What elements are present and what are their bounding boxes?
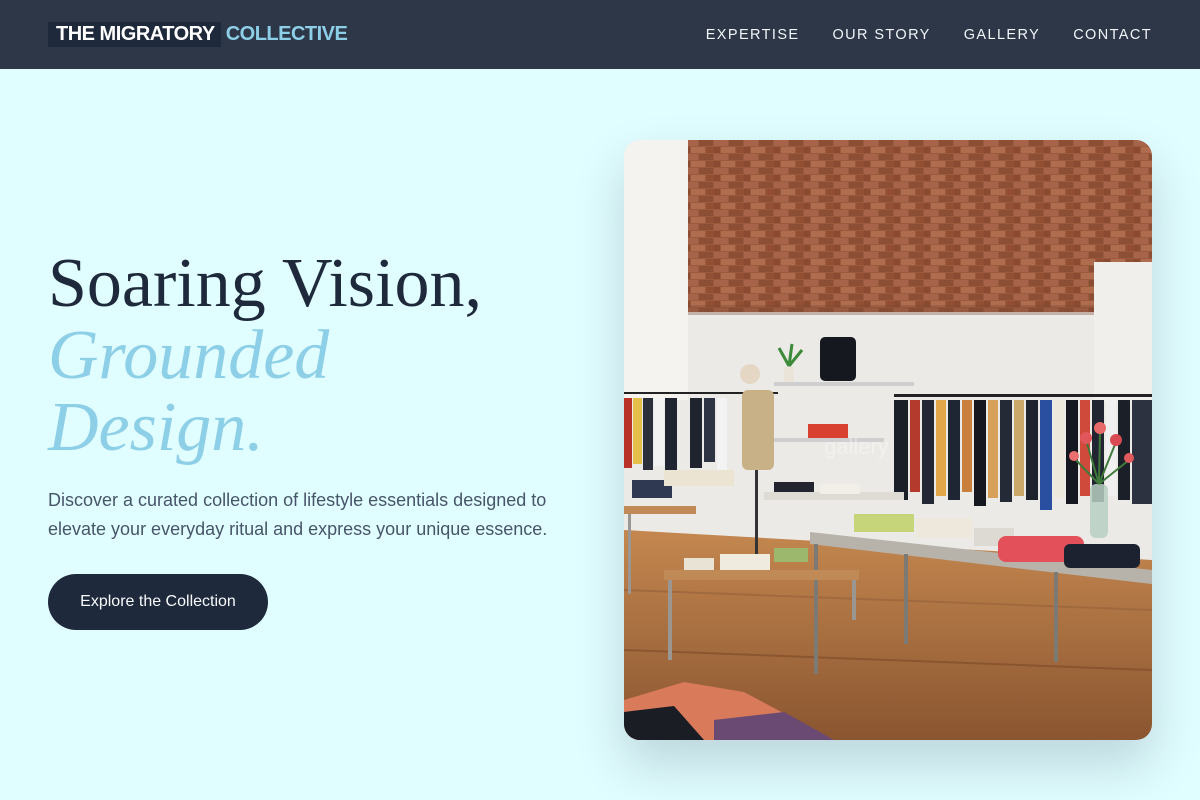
hero-headline: Soaring Vision, Grounded Design.: [48, 248, 588, 464]
explore-collection-button[interactable]: Explore the Collection: [48, 574, 268, 630]
brand-logo[interactable]: THE MIGRATORY COLLECTIVE: [48, 22, 348, 47]
nav-link-expertise[interactable]: EXPERTISE: [706, 27, 800, 43]
brand-name-primary: THE MIGRATORY: [48, 22, 221, 47]
hero-section: Soaring Vision, Grounded Design. Discove…: [48, 248, 588, 630]
main-nav: EXPERTISE OUR STORY GALLERY CONTACT: [706, 27, 1152, 43]
hero-image: gallery: [624, 140, 1152, 740]
hero-description: Discover a curated collection of lifesty…: [48, 490, 548, 539]
brand-name-accent: COLLECTIVE: [225, 23, 348, 45]
headline-line-3: Design.: [48, 389, 264, 466]
boutique-photo-illustration: gallery: [624, 140, 1152, 740]
headline-line-2: Grounded: [48, 317, 330, 394]
site-header: THE MIGRATORY COLLECTIVE EXPERTISE OUR S…: [0, 0, 1200, 69]
nav-link-contact[interactable]: CONTACT: [1073, 27, 1152, 43]
image-watermark: gallery: [824, 434, 889, 459]
nav-link-our-story[interactable]: OUR STORY: [832, 27, 930, 43]
headline-line-1: Soaring Vision,: [48, 245, 482, 322]
nav-link-gallery[interactable]: GALLERY: [964, 27, 1040, 43]
